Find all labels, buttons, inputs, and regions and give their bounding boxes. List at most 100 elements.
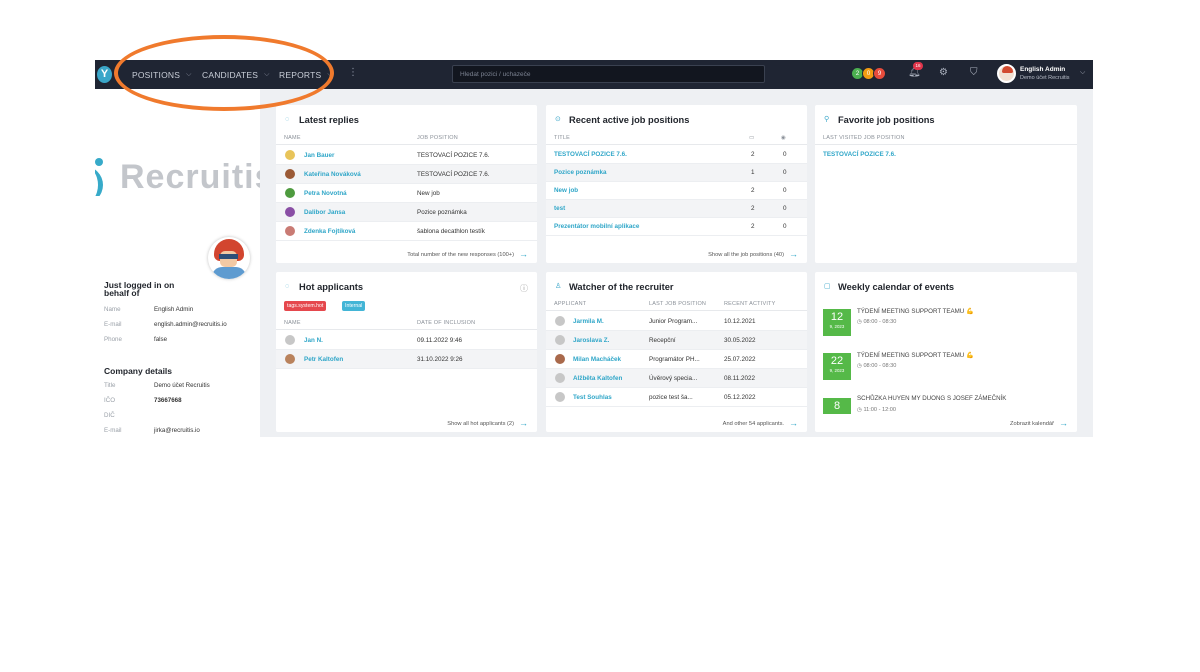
- applicant-link[interactable]: Test Souhlas: [573, 394, 612, 401]
- position-link[interactable]: test: [554, 205, 565, 212]
- brand-dot: [95, 158, 103, 166]
- table-row[interactable]: Jaroslava Z. Recepční 30.05.2022: [546, 331, 807, 350]
- table-row[interactable]: Jarmila M. Junior Program... 10.12.2021: [546, 312, 807, 331]
- more-menu-icon[interactable]: ⋮: [348, 67, 358, 78]
- help-icon[interactable]: ⓘ: [520, 283, 528, 294]
- job-position: TESTOVACÍ POZICE 7.6.: [417, 152, 490, 159]
- other-applicants-link[interactable]: And other 54 applicants. →: [723, 418, 798, 428]
- event-time-label: 08:00 - 08:30: [863, 319, 897, 325]
- date-of-inclusion: 09.11.2022 9:46: [417, 337, 463, 344]
- applicant-link[interactable]: Alžběta Kaltofen: [573, 375, 622, 382]
- app-window: Y POSITIONS ⌵ CANDIDATES ⌵ REPORTS ⌵ ⋮ Hled…: [95, 60, 1093, 437]
- position-link[interactable]: New job: [554, 187, 578, 194]
- table-row[interactable]: test 2 0: [546, 200, 807, 218]
- table-row[interactable]: Test Souhlas pozice test ša... 05.12.2022: [546, 388, 807, 407]
- event-month: 9, 2023: [829, 368, 845, 373]
- applicant-link[interactable]: Jarmila M.: [573, 318, 604, 325]
- table-row[interactable]: Alžběta Kaltofen Úvěrový specia... 08.11.2…: [546, 369, 807, 388]
- candidate-link[interactable]: Kateřina Nováková: [304, 171, 361, 178]
- avatar: [555, 316, 565, 326]
- shield-icon[interactable]: ⛉: [970, 67, 978, 78]
- pin-icon: ⚲: [824, 116, 830, 123]
- footer-label: And other 54 applicants.: [722, 421, 784, 427]
- position-link[interactable]: TESTOVACÍ POZICE 7.6.: [554, 151, 627, 158]
- candidate-link[interactable]: Zdenka Fojtíková: [304, 228, 355, 235]
- table-row[interactable]: Prezentátor mobilní aplikace 2 0: [546, 218, 807, 236]
- table-row[interactable]: TESTOVACÍ POZICE 7.6. 2 0: [546, 146, 807, 164]
- show-all-hot-applicants-link[interactable]: Show all hot applicants (2) →: [447, 418, 528, 428]
- applicant-link[interactable]: Petr Kaltofen: [304, 356, 343, 363]
- recent-activity: 05.12.2022: [724, 394, 756, 401]
- table-row[interactable]: Jan N. 09.11.2022 9:46: [276, 331, 537, 350]
- table-header: NAME JOB POSITION: [276, 135, 537, 145]
- link-icon: ⊙: [555, 116, 561, 123]
- brand-arc: [95, 166, 103, 196]
- tag-hot[interactable]: tags.system.hot: [284, 301, 327, 311]
- table-row[interactable]: TESTOVACÍ POZICE 7.6.: [815, 146, 1077, 164]
- footer-label: Show all hot applicants (2): [447, 421, 514, 427]
- table-header: APPLICANT LAST JOB POSITION RECENT ACTIV…: [546, 301, 807, 311]
- show-calendar-link[interactable]: Zobrazit kalendář →: [1004, 418, 1068, 428]
- table-header: TITLE ▭ ◉: [546, 135, 807, 145]
- company-label-dic: DIČ: [104, 412, 115, 419]
- brand-wordmark: Recruitis: [120, 158, 260, 196]
- table-row[interactable]: Pozice poznámka 1 0: [546, 164, 807, 182]
- company-value-title: Demo účet Recruitis: [154, 382, 210, 389]
- chevron-down-icon[interactable]: ⌵: [1080, 69, 1085, 77]
- event-month: 9, 2023: [829, 324, 845, 329]
- table-row[interactable]: Milan Macháček Programátor PH... 25.07.202…: [546, 350, 807, 369]
- show-all-responses-link[interactable]: Total number of the new responses (100+)…: [407, 249, 528, 259]
- col-last-visited: LAST VISITED JOB POSITION: [823, 135, 905, 141]
- avatar: [555, 335, 565, 345]
- views-count: 0: [783, 205, 787, 212]
- show-all-positions-link[interactable]: Show all the job positions (40) →: [708, 249, 798, 259]
- position-link[interactable]: Prezentátor mobilní aplikace: [554, 223, 639, 230]
- table-row[interactable]: Jan Bauer TESTOVACÍ POZICE 7.6.: [276, 146, 537, 165]
- event-title[interactable]: TÝDENÍ MEETING SUPPORT TEAMU 💪: [857, 307, 974, 315]
- table-row[interactable]: Zdenka Fojtíková šablona decathlon testík: [276, 222, 537, 241]
- watcher-title: Watcher of the recruiter: [569, 282, 674, 292]
- company-label-email: E-mail: [104, 427, 122, 434]
- user-name[interactable]: English Admin: [1020, 66, 1065, 73]
- position-link[interactable]: Pozice poznámka: [554, 169, 607, 176]
- login-heading: Just logged in on behalf of: [104, 280, 175, 298]
- highlight-annotation-ellipse: [114, 35, 334, 111]
- event-time-label: 11:00 - 12:00: [863, 407, 896, 413]
- position-link[interactable]: TESTOVACÍ POZICE 7.6.: [823, 151, 896, 158]
- event-time: ◷ 08:00 - 08:30: [857, 319, 896, 325]
- views-count: 0: [783, 223, 787, 230]
- user-avatar[interactable]: [997, 64, 1016, 83]
- login-label-name: Name: [104, 306, 121, 313]
- views-count: 0: [783, 169, 787, 176]
- recent-activity: 08.11.2022: [724, 375, 756, 382]
- table-row[interactable]: Petr Kaltofen 31.10.2022 9:26: [276, 350, 537, 369]
- avatar: [285, 169, 295, 179]
- event-title[interactable]: SCHŮZKA HUYEN MY DUONG S JOSEF ZÁMEČNÍK: [857, 395, 1006, 402]
- table-row[interactable]: Petra Novotná New job: [276, 184, 537, 203]
- search-input[interactable]: Hledat pozici / uchazeče: [452, 65, 765, 83]
- applicant-link[interactable]: Jaroslava Z.: [573, 337, 609, 344]
- recruitis-logo-icon[interactable]: Y: [97, 66, 112, 83]
- calendar-card: ▢ Weekly calendar of events 12 9, 2023 TÝ…: [815, 272, 1077, 432]
- eye-icon: ◉: [781, 135, 786, 141]
- superhero-avatar: [208, 237, 250, 279]
- event-time: ◷ 08:00 - 08:30: [857, 363, 896, 369]
- candidate-link[interactable]: Jan Bauer: [304, 152, 334, 159]
- status-counters[interactable]: 2 0 9: [851, 67, 886, 80]
- favorite-positions-title: Favorite job positions: [838, 115, 935, 125]
- watcher-card: ♙ Watcher of the recruiter APPLICANT LAS…: [546, 272, 807, 432]
- tag-internal[interactable]: Internal: [342, 301, 366, 311]
- event-date: 12 9, 2023: [823, 309, 851, 336]
- status-count-red[interactable]: 9: [873, 67, 886, 80]
- applicant-link[interactable]: Jan N.: [304, 337, 323, 344]
- candidate-link[interactable]: Petra Novotná: [304, 190, 347, 197]
- col-name: NAME: [284, 135, 301, 141]
- table-row[interactable]: New job 2 0: [546, 182, 807, 200]
- table-row[interactable]: Dalibor Jansa Pozice poznámka: [276, 203, 537, 222]
- applicant-link[interactable]: Milan Macháček: [573, 356, 621, 363]
- candidate-link[interactable]: Dalibor Jansa: [304, 209, 345, 216]
- event-title[interactable]: TÝDENÍ MEETING SUPPORT TEAMU 💪: [857, 351, 974, 359]
- gear-icon[interactable]: ⚙: [939, 67, 948, 78]
- recent-activity: 10.12.2021: [724, 318, 756, 325]
- table-row[interactable]: Kateřina Nováková TESTOVACÍ POZICE 7.6.: [276, 165, 537, 184]
